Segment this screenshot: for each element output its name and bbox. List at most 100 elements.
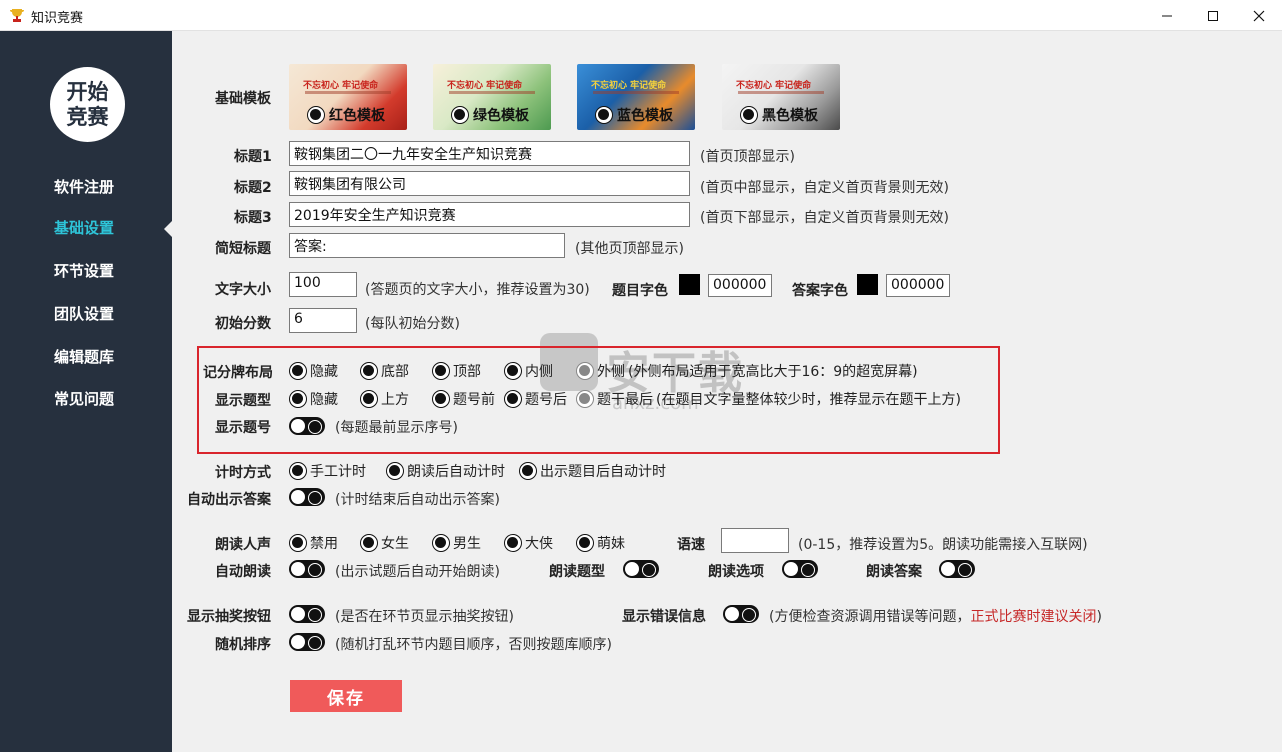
voice-option-female[interactable]: 女生: [360, 533, 409, 553]
template-green[interactable]: 不忘初心 牢记使命 绿色模板: [433, 64, 551, 130]
question-type-option-above[interactable]: 上方: [360, 389, 409, 409]
read-type-toggle[interactable]: [623, 560, 659, 578]
shuffle-label: 随机排序: [215, 637, 271, 653]
errors-toggle[interactable]: [723, 605, 759, 623]
answer-color-label: 答案字色: [792, 283, 848, 299]
voice-option-cute[interactable]: 萌妹: [576, 533, 625, 553]
close-icon: [1253, 10, 1265, 21]
maximize-button[interactable]: [1190, 0, 1236, 31]
question-number-hint: (每题最前显示序号): [335, 420, 458, 436]
auto-answer-label: 自动出示答案: [187, 492, 271, 508]
question-color-label: 题目字色: [612, 283, 668, 299]
radio-selected-icon: [432, 534, 450, 552]
short-title-input[interactable]: 答案:: [289, 233, 565, 258]
read-options-label: 朗读选项: [708, 564, 764, 580]
voice-label: 朗读人声: [215, 537, 271, 553]
question-color-swatch[interactable]: [679, 274, 700, 295]
lottery-label: 显示抽奖按钮: [187, 609, 271, 625]
auto-answer-hint: (计时结束后自动出示答案): [335, 492, 500, 508]
answer-color-swatch[interactable]: [857, 274, 878, 295]
question-color-input[interactable]: 000000: [708, 274, 772, 297]
errors-label: 显示错误信息: [622, 609, 706, 625]
radio-selected-icon: [432, 390, 450, 408]
template-blue[interactable]: 不忘初心 牢记使命 蓝色模板: [577, 64, 695, 130]
template-black[interactable]: 不忘初心 牢记使命 黑色模板: [722, 64, 840, 130]
voice-option-disabled[interactable]: 禁用: [289, 533, 338, 553]
question-type-option-before-number[interactable]: 题号前: [432, 389, 495, 409]
scoreboard-option-hide[interactable]: 隐藏: [289, 361, 338, 381]
radio-selected-icon: [504, 362, 522, 380]
timer-option-after-read[interactable]: 朗读后自动计时: [386, 461, 505, 481]
lottery-toggle[interactable]: [289, 605, 325, 623]
close-button[interactable]: [1236, 0, 1282, 31]
question-number-toggle[interactable]: [289, 417, 325, 435]
radio-selected-icon: [360, 390, 378, 408]
shuffle-toggle[interactable]: [289, 633, 325, 651]
initial-score-hint: (每队初始分数): [365, 316, 460, 332]
lottery-hint: (是否在环节页显示抽奖按钮): [335, 609, 514, 625]
question-type-option-after-number[interactable]: 题号后: [504, 389, 567, 409]
scoreboard-option-top[interactable]: 顶部: [432, 361, 481, 381]
auto-answer-toggle[interactable]: [289, 488, 325, 506]
voice-option-hero[interactable]: 大侠: [504, 533, 553, 553]
radio-selected-icon: [504, 390, 522, 408]
radio-selected-icon[interactable]: [307, 106, 325, 124]
read-options-toggle[interactable]: [782, 560, 818, 578]
title2-label: 标题2: [234, 180, 272, 196]
sidebar-item-edit-questions[interactable]: 编辑题库: [54, 346, 114, 367]
question-type-option-hide[interactable]: 隐藏: [289, 389, 338, 409]
errors-hint: (方便检查资源调用错误等问题，正式比赛时建议关闭): [769, 609, 1102, 625]
speed-input[interactable]: [721, 528, 789, 553]
timer-option-after-show[interactable]: 出示题目后自动计时: [519, 461, 666, 481]
radio-selected-icon: [360, 534, 378, 552]
radio-selected-icon[interactable]: [451, 106, 469, 124]
answer-color-input[interactable]: 000000: [886, 274, 950, 297]
sidebar-item-round-settings[interactable]: 环节设置: [54, 260, 114, 281]
auto-read-toggle[interactable]: [289, 560, 325, 578]
scoreboard-option-inside[interactable]: 内侧: [504, 361, 553, 381]
radio-selected-icon[interactable]: [595, 106, 613, 124]
sidebar-item-team-settings[interactable]: 团队设置: [54, 303, 114, 324]
template-red[interactable]: 不忘初心 牢记使命 红色模板: [289, 64, 407, 130]
initial-score-input[interactable]: 6: [289, 308, 357, 333]
radio-selected-icon: [289, 390, 307, 408]
question-number-label: 显示题号: [215, 420, 271, 436]
question-type-option-stem-end[interactable]: 题干最后 (在题目文字量整体较少时，推荐显示在题干上方): [576, 389, 961, 409]
text-size-label: 文字大小: [215, 282, 271, 298]
short-title-hint: (其他页顶部显示): [575, 241, 684, 257]
voice-option-male[interactable]: 男生: [432, 533, 481, 553]
sidebar-item-faq[interactable]: 常见问题: [54, 388, 114, 409]
sidebar-item-basic-settings[interactable]: 基础设置: [54, 217, 114, 238]
save-button[interactable]: 保存: [290, 680, 402, 712]
title3-input[interactable]: 2019年安全生产知识竞赛: [289, 202, 690, 227]
minimize-button[interactable]: [1144, 0, 1190, 31]
start-contest-logo[interactable]: 开始竞赛: [50, 67, 125, 142]
title2-input[interactable]: 鞍钢集团有限公司: [289, 171, 690, 196]
template-label: 基础模板: [215, 91, 271, 107]
radio-selected-icon: [519, 462, 537, 480]
read-answer-toggle[interactable]: [939, 560, 975, 578]
scoreboard-option-bottom[interactable]: 底部: [360, 361, 409, 381]
auto-read-hint: (出示试题后自动开始朗读): [335, 564, 500, 580]
radio-selected-icon: [432, 362, 450, 380]
text-size-hint: (答题页的文字大小，推荐设置为30): [365, 282, 590, 298]
radio-selected-icon: [289, 534, 307, 552]
read-type-label: 朗读题型: [549, 564, 605, 580]
title1-label: 标题1: [234, 149, 272, 165]
title-bar: 知识竞赛: [0, 0, 1282, 31]
text-size-input[interactable]: 100: [289, 272, 357, 297]
radio-selected-icon: [576, 534, 594, 552]
title1-input[interactable]: 鞍钢集团二〇一九年安全生产知识竞赛: [289, 141, 690, 166]
read-answer-label: 朗读答案: [866, 564, 922, 580]
title3-label: 标题3: [234, 210, 272, 226]
radio-selected-icon: [386, 462, 404, 480]
radio-selected-icon[interactable]: [740, 106, 758, 124]
active-nav-pointer: [164, 220, 173, 238]
sidebar-item-register[interactable]: 软件注册: [54, 176, 114, 197]
short-title-label: 简短标题: [215, 241, 271, 257]
scoreboard-option-outside[interactable]: 外侧 (外侧布局适用于宽高比大于16：9的超宽屏幕): [576, 361, 918, 381]
initial-score-label: 初始分数: [215, 316, 271, 332]
timer-option-manual[interactable]: 手工计时: [289, 461, 366, 481]
radio-selected-icon: [576, 362, 594, 380]
sidebar: 开始竞赛 软件注册 基础设置 环节设置 团队设置 编辑题库 常见问题: [0, 31, 173, 752]
